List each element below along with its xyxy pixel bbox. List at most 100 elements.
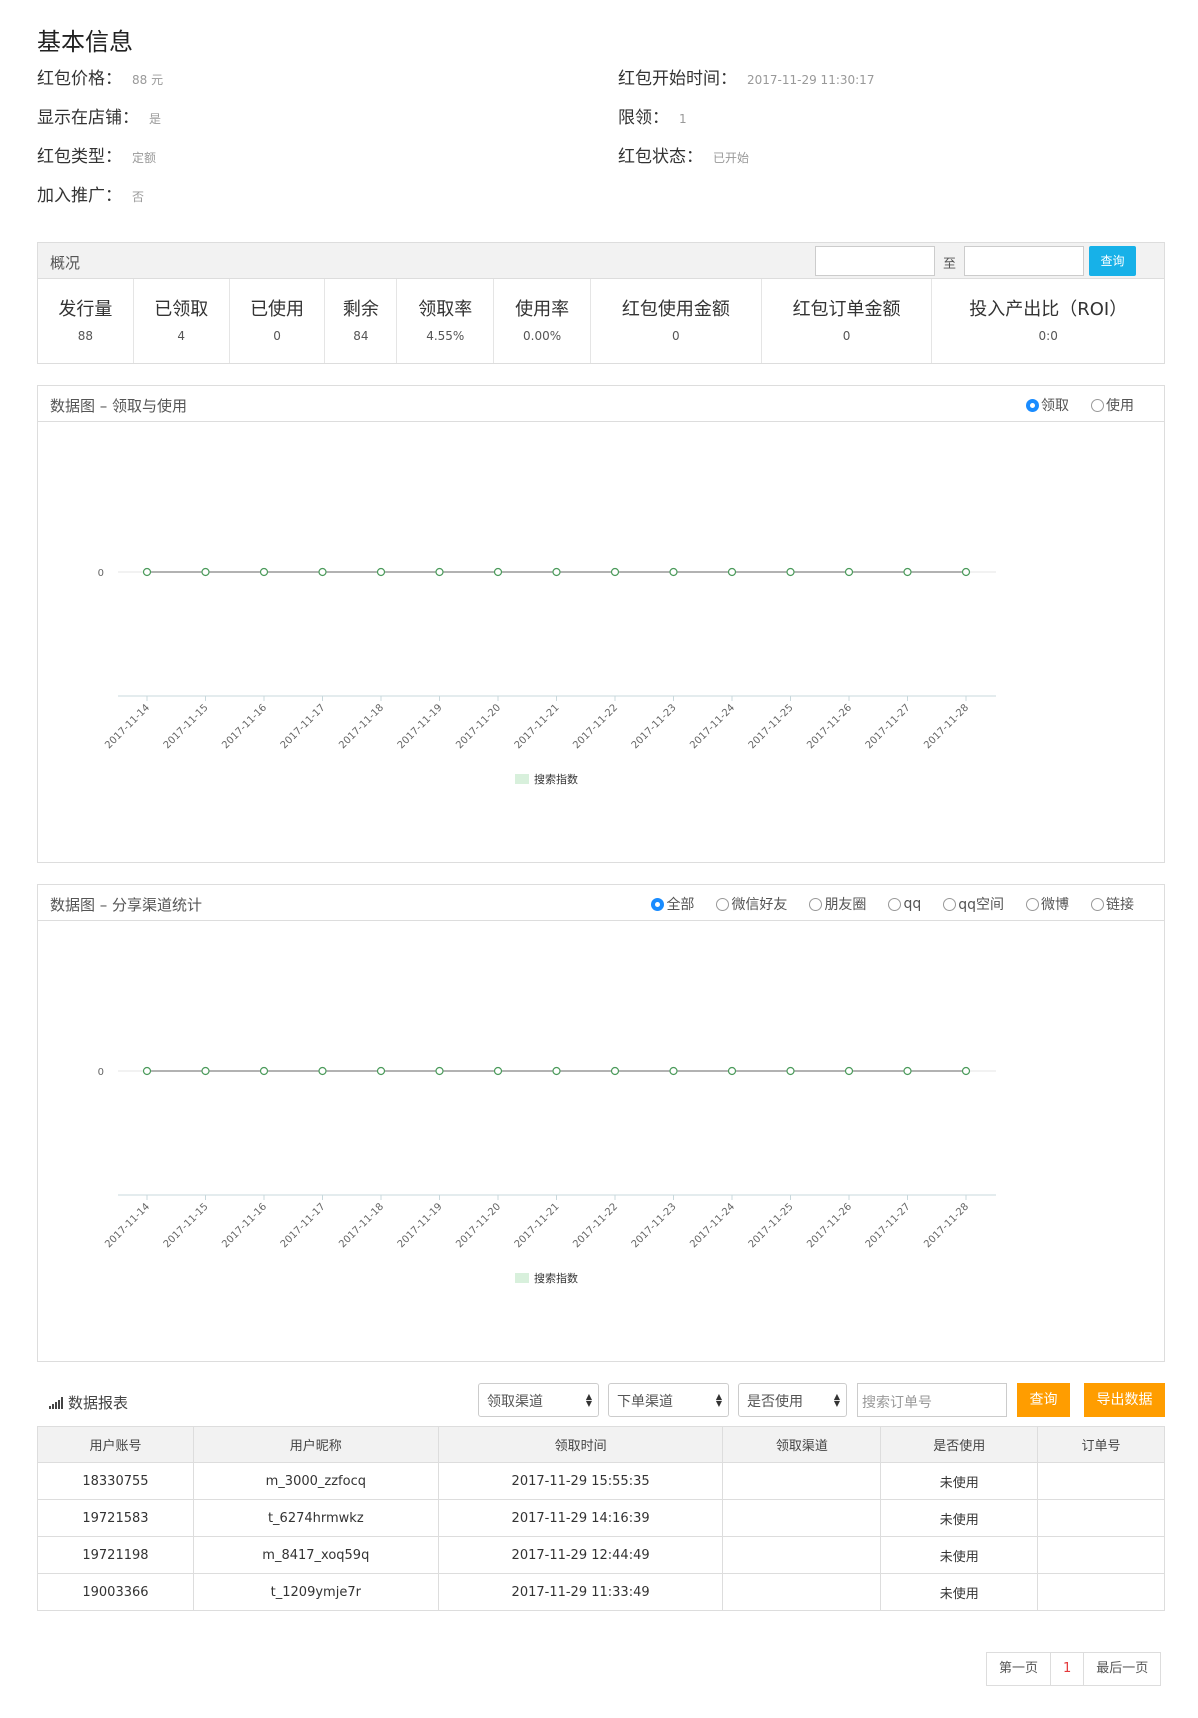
x-tick-label: 2017-11-19 <box>396 1201 445 1250</box>
radio-option[interactable]: 微信好友 <box>716 894 787 914</box>
select-updown-icon: ▲ ▼ <box>833 1392 840 1408</box>
overview-title: 概况 <box>50 254 81 272</box>
radio-circle-icon[interactable] <box>1091 398 1104 412</box>
radio-label: 朋友圈 <box>824 897 867 913</box>
radio-option[interactable]: 链接 <box>1091 894 1134 914</box>
limit-row: 限领： 1 <box>618 103 687 128</box>
price-label: 红包价格： <box>37 69 122 89</box>
used-select[interactable]: 是否使用 ▲ ▼ <box>738 1383 847 1417</box>
radio-option[interactable]: 朋友圈 <box>809 894 866 914</box>
stat-cell: 红包使用金额 0 <box>591 279 762 363</box>
chart2-radio-group: 全部 微信好友 朋友圈 qq qq空间 微博 链接 <box>629 894 1134 914</box>
radio-circle-icon[interactable] <box>809 897 823 911</box>
radio-option[interactable]: qq空间 <box>943 894 1004 914</box>
end-date-input[interactable] <box>964 246 1084 276</box>
export-button[interactable]: 导出数据 <box>1084 1383 1165 1417</box>
table-cell <box>1037 1462 1165 1500</box>
column-header: 用户账号 <box>37 1426 194 1463</box>
data-point <box>259 567 269 577</box>
order-search-placeholder: 搜索订单号 <box>862 1395 932 1411</box>
legend-label: 搜索指数 <box>534 772 578 786</box>
data-point <box>786 1066 795 1076</box>
data-point <box>318 567 327 577</box>
radio-option[interactable]: 全部 <box>651 894 694 914</box>
stat-value: 0 <box>273 329 281 343</box>
start-time-label: 红包开始时间： <box>618 69 737 89</box>
radio-label: 使用 <box>1106 398 1134 414</box>
table-cell <box>722 1536 882 1574</box>
table-cell: 2017-11-29 12:44:49 <box>437 1536 724 1574</box>
promo-row: 加入推广： 否 <box>37 181 144 206</box>
to-label: 至 <box>943 257 957 272</box>
report-query-button[interactable]: 查询 <box>1017 1383 1070 1417</box>
x-tick-label: 2017-11-28 <box>922 702 971 751</box>
radio-circle-icon[interactable] <box>943 897 957 911</box>
table-row: 18330755 m_3000_zzfocq 2017-11-29 15:55:35… <box>37 1462 1165 1500</box>
radio-circle-icon[interactable] <box>1026 897 1039 911</box>
data-point <box>435 1066 444 1076</box>
first-page-button[interactable]: 第一页 <box>987 1653 1052 1685</box>
radio-option[interactable]: qq <box>888 894 921 914</box>
last-page-button[interactable]: 最后一页 <box>1084 1653 1160 1685</box>
table-cell <box>722 1573 882 1611</box>
chart2-plot: 02017-11-14 2017-11-15 2017-11-16 2017-11-1… <box>98 1066 996 1285</box>
data-point <box>201 1066 210 1076</box>
radio-option[interactable]: 使用 <box>1091 395 1134 415</box>
stat-value: 84 <box>353 329 369 343</box>
data-point <box>961 1066 971 1076</box>
table-cell: 2017-11-29 11:33:49 <box>437 1573 724 1611</box>
radio-circle-icon[interactable] <box>888 897 902 911</box>
data-point <box>727 1066 737 1076</box>
select-updown-icon: ▲ ▼ <box>715 1392 722 1408</box>
select-updown-icon: ▲ ▼ <box>585 1392 592 1408</box>
data-point <box>318 1066 327 1076</box>
stat-value: 4.55% <box>426 329 465 343</box>
data-point <box>376 567 386 577</box>
stat-label: 已使用 <box>250 299 305 320</box>
table-cell: 2017-11-29 14:16:39 <box>437 1499 724 1537</box>
order-channel-select[interactable]: 下单渠道 ▲ ▼ <box>608 1383 729 1417</box>
table-cell: 未使用 <box>880 1499 1039 1537</box>
radio-label: 链接 <box>1106 897 1134 913</box>
stat-label: 领取率 <box>418 299 473 320</box>
x-tick-label: 2017-11-17 <box>279 702 328 751</box>
limit-value: 1 <box>679 112 687 126</box>
order-search-input[interactable]: 搜索订单号 <box>857 1383 1007 1417</box>
stat-cell: 已领取 4 <box>134 279 230 363</box>
channel-select[interactable]: 领取渠道 ▲ ▼ <box>478 1383 599 1417</box>
data-point <box>610 1066 620 1076</box>
table-cell: m_3000_zzfocq <box>192 1462 439 1500</box>
radio-circle-icon[interactable] <box>1091 897 1104 911</box>
x-tick-label: 2017-11-21 <box>513 1201 562 1250</box>
table-cell: 19721198 <box>37 1536 194 1574</box>
column-header: 用户昵称 <box>192 1426 439 1463</box>
radio-circle-icon[interactable] <box>651 897 665 911</box>
type-label: 红包类型： <box>37 147 122 167</box>
chart2-panel: 数据图 – 分享渠道统计 全部 微信好友 朋友圈 qq qq空间 微博 链接 0 2017-1… <box>37 884 1165 1362</box>
data-point <box>903 567 912 577</box>
column-header: 订单号 <box>1037 1426 1165 1463</box>
x-tick-label: 2017-11-18 <box>337 1201 386 1250</box>
radio-option[interactable]: 领取 <box>1026 395 1069 415</box>
data-point <box>552 1066 561 1076</box>
radio-circle-icon[interactable] <box>716 897 730 911</box>
stat-cell: 领取率 4.55% <box>397 279 495 363</box>
type-row: 红包类型： 定额 <box>37 142 156 167</box>
start-date-input[interactable] <box>815 246 935 276</box>
x-tick-label: 2017-11-16 <box>220 702 269 751</box>
overview-query-button[interactable]: 查询 <box>1089 246 1136 276</box>
y-tick-label: 0 <box>98 568 104 579</box>
radio-option[interactable]: 微博 <box>1026 894 1069 914</box>
table-cell: 18330755 <box>37 1462 194 1500</box>
radio-label: qq <box>903 896 922 912</box>
data-point <box>961 567 971 577</box>
x-tick-label: 2017-11-22 <box>571 1201 620 1250</box>
table-cell: 未使用 <box>880 1462 1039 1500</box>
x-tick-label: 2017-11-14 <box>103 1201 152 1250</box>
overview-header: 概况 至 查询 <box>38 243 1164 279</box>
table-cell <box>1037 1573 1165 1611</box>
radio-circle-icon[interactable] <box>1026 398 1039 412</box>
x-tick-label: 2017-11-20 <box>454 702 503 751</box>
radio-label: 领取 <box>1041 398 1069 414</box>
current-page[interactable]: 1 <box>1051 1653 1085 1685</box>
